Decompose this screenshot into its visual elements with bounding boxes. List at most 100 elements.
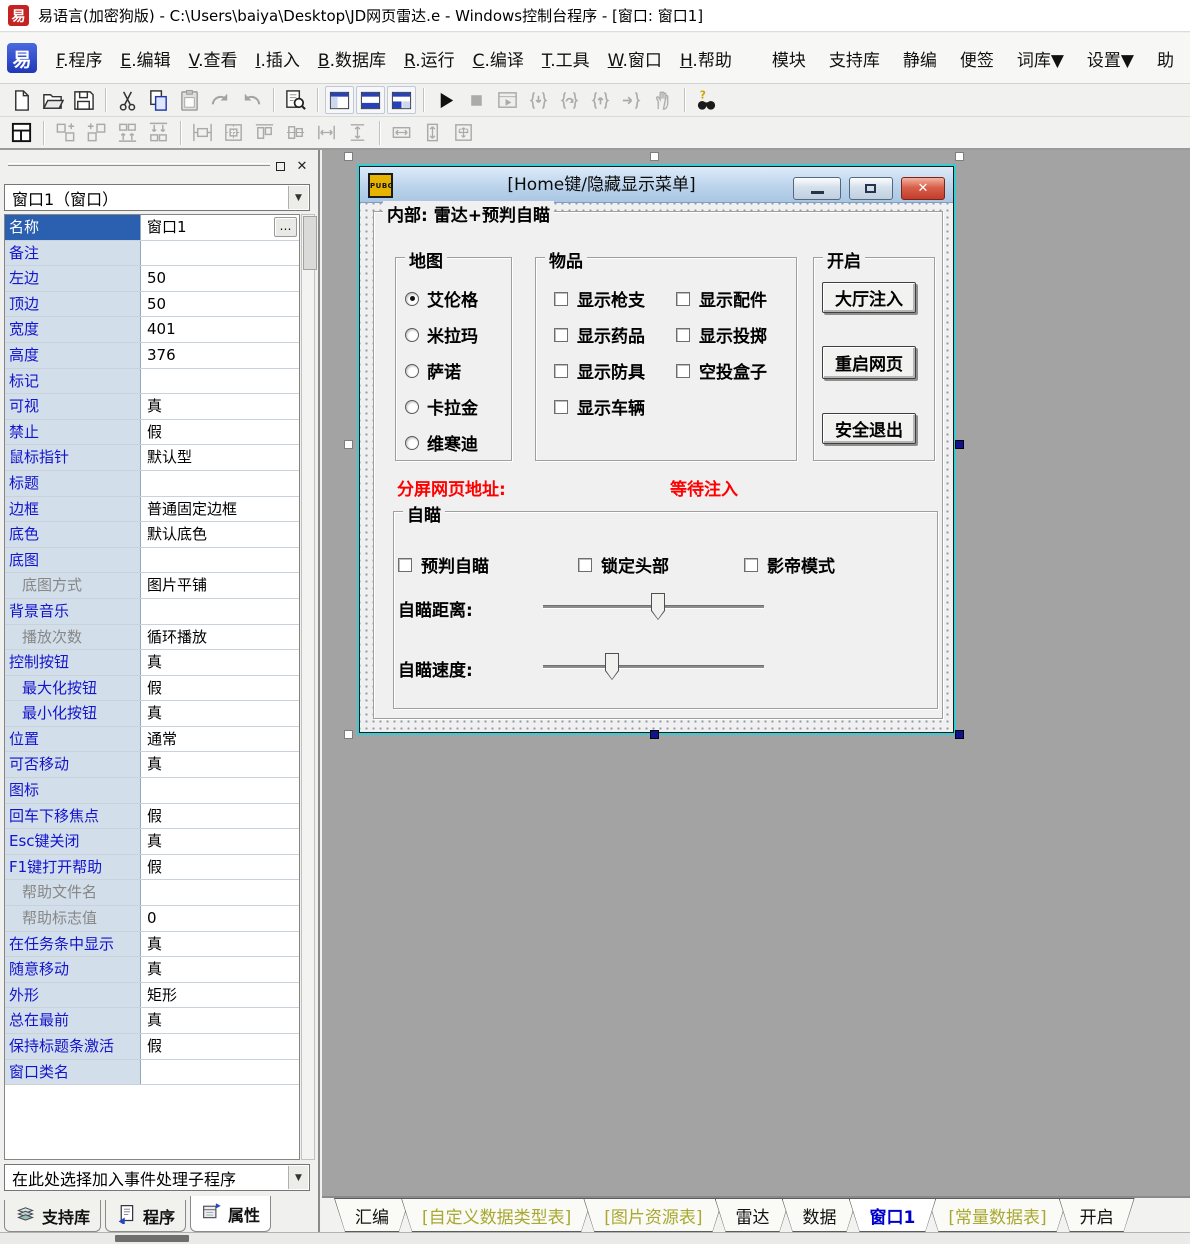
property-row-21[interactable]: 可否移动真 [5, 752, 299, 778]
property-value[interactable]: 50 [141, 292, 299, 317]
property-value[interactable]: 假 [141, 676, 299, 701]
workbook-tab-开启[interactable]: 开启 [1059, 1198, 1135, 1232]
property-value[interactable]: 0 [141, 906, 299, 931]
horizontal-scrollbar-thumb[interactable] [115, 1235, 189, 1242]
property-row-14[interactable]: 底图方式图片平铺 [5, 573, 299, 599]
property-row-2[interactable]: 左边50 [5, 266, 299, 292]
property-row-5[interactable]: 高度376 [5, 343, 299, 369]
checkbox-显示防具[interactable]: 显示防具 [554, 358, 645, 383]
radio-map-萨诺[interactable]: 萨诺 [405, 358, 461, 383]
checkbox-锁定头部[interactable]: 锁定头部 [578, 552, 669, 577]
property-row-28[interactable]: 在任务条中显示真 [5, 932, 299, 958]
property-row-8[interactable]: 禁止假 [5, 420, 299, 446]
property-row-19[interactable]: 最小化按钮真 [5, 701, 299, 727]
new-file-icon[interactable] [7, 86, 36, 114]
property-value[interactable] [141, 548, 299, 573]
menu-item-9[interactable]: H.帮助 [671, 40, 741, 77]
property-value[interactable]: 真 [141, 932, 299, 957]
property-row-4[interactable]: 宽度401 [5, 317, 299, 343]
property-value[interactable]: 循环播放 [141, 625, 299, 650]
selection-handle-top-center[interactable] [650, 152, 659, 161]
property-value[interactable]: 通常 [141, 727, 299, 752]
property-row-32[interactable]: 保持标题条激活假 [5, 1034, 299, 1060]
property-value[interactable]: 假 [141, 804, 299, 829]
find-support-icon[interactable]: ? [692, 86, 721, 114]
property-value[interactable] [141, 369, 299, 394]
chevron-down-icon[interactable]: ▼ [288, 186, 308, 209]
property-row-7[interactable]: 可视真 [5, 394, 299, 420]
menu-item-3[interactable]: I.插入 [246, 40, 308, 77]
property-value[interactable]: 真 [141, 701, 299, 726]
radio-map-米拉玛[interactable]: 米拉玛 [405, 322, 478, 347]
open-file-icon[interactable] [38, 86, 67, 114]
checkbox-显示枪支[interactable]: 显示枪支 [554, 286, 645, 311]
menu-item-13[interactable]: 便签 [951, 40, 1003, 77]
property-row-23[interactable]: 回车下移焦点假 [5, 804, 299, 830]
workbook-tab-常量数据表[interactable]: [常量数据表] [927, 1198, 1067, 1232]
property-row-18[interactable]: 最大化按钮假 [5, 676, 299, 702]
selection-handle-top-right[interactable] [955, 152, 964, 161]
property-value[interactable]: 普通固定边框 [141, 497, 299, 522]
panel-float-icon[interactable] [272, 158, 288, 174]
property-value[interactable]: 默认型 [141, 445, 299, 470]
menu-item-0[interactable]: F.程序 [47, 40, 111, 77]
button-重启网页[interactable]: 重启网页 [822, 346, 916, 379]
property-row-11[interactable]: 边框普通固定边框 [5, 497, 299, 523]
selection-handle-bottom-center[interactable] [650, 730, 659, 739]
chevron-down-icon[interactable]: ▼ [288, 1166, 308, 1189]
view-split-grid-icon[interactable] [387, 86, 416, 114]
property-value[interactable]: 真 [141, 1008, 299, 1033]
menu-item-11[interactable]: 支持库 [820, 40, 889, 77]
panel-tab-支持库[interactable]: 支持库 [4, 1200, 101, 1232]
panel-close-icon[interactable]: ✕ [294, 158, 310, 174]
property-value[interactable]: 真 [141, 829, 299, 854]
workbook-tab-汇编[interactable]: 汇编 [334, 1198, 410, 1232]
property-row-6[interactable]: 标记 [5, 369, 299, 395]
property-row-25[interactable]: F1键打开帮助假 [5, 855, 299, 881]
property-value[interactable] [141, 471, 299, 496]
property-row-20[interactable]: 位置通常 [5, 727, 299, 753]
property-value[interactable] [141, 599, 299, 624]
property-row-29[interactable]: 随意移动真 [5, 957, 299, 983]
checkbox-影帝模式[interactable]: 影帝模式 [744, 552, 835, 577]
workbook-tab-自定义数据类型表[interactable]: [自定义数据类型表] [401, 1198, 592, 1232]
property-value[interactable]: 真 [141, 394, 299, 419]
designed-form[interactable]: PUBG [Home键/隐藏显示菜单] ✕ 内部: 雷达+预判自瞄 地图 艾伦格… [359, 166, 954, 733]
form-designer-icon[interactable] [7, 119, 36, 147]
checkbox-空投盒子[interactable]: 空投盒子 [676, 358, 767, 383]
workbook-tab-数据[interactable]: 数据 [782, 1198, 858, 1232]
property-value[interactable]: 50 [141, 266, 299, 291]
checkbox-显示车辆[interactable]: 显示车辆 [554, 394, 645, 419]
property-row-26[interactable]: 帮助文件名 [5, 880, 299, 906]
property-value[interactable]: 真 [141, 957, 299, 982]
menu-item-5[interactable]: R.运行 [395, 40, 464, 77]
menu-item-12[interactable]: 静编 [894, 40, 946, 77]
selection-handle-bottom-left[interactable] [344, 730, 353, 739]
panel-grip[interactable] [8, 163, 270, 166]
menu-item-2[interactable]: V.查看 [180, 40, 247, 77]
scrollbar-thumb[interactable] [303, 216, 317, 270]
bottom-scroll-strip[interactable] [0, 1232, 1190, 1244]
property-value[interactable] [141, 241, 299, 266]
form-title-bar[interactable]: PUBG [Home键/隐藏显示菜单] ✕ [360, 167, 953, 203]
save-file-icon[interactable] [69, 86, 98, 114]
property-row-1[interactable]: 备注 [5, 241, 299, 267]
property-value[interactable]: 窗口1… [141, 215, 299, 240]
selection-handle-mid-left[interactable] [344, 440, 353, 449]
menu-item-10[interactable]: 模块 [763, 40, 815, 77]
slider-thumb-0[interactable] [651, 593, 665, 620]
cut-icon[interactable] [113, 86, 142, 114]
property-value[interactable]: 376 [141, 343, 299, 368]
radio-map-艾伦格[interactable]: 艾伦格 [405, 286, 478, 311]
property-grid-scrollbar[interactable] [301, 214, 315, 1160]
menu-item-16[interactable]: 助 [1148, 40, 1183, 77]
checkbox-显示配件[interactable]: 显示配件 [676, 286, 767, 311]
property-row-0[interactable]: 名称窗口1… [5, 215, 299, 241]
property-row-27[interactable]: 帮助标志值0 [5, 906, 299, 932]
property-row-33[interactable]: 窗口类名 [5, 1060, 299, 1086]
property-row-17[interactable]: 控制按钮真 [5, 650, 299, 676]
close-button[interactable]: ✕ [901, 177, 945, 200]
menu-item-14[interactable]: 词库▼ [1008, 40, 1073, 77]
copy-icon[interactable] [144, 86, 173, 114]
property-value[interactable]: 真 [141, 752, 299, 777]
